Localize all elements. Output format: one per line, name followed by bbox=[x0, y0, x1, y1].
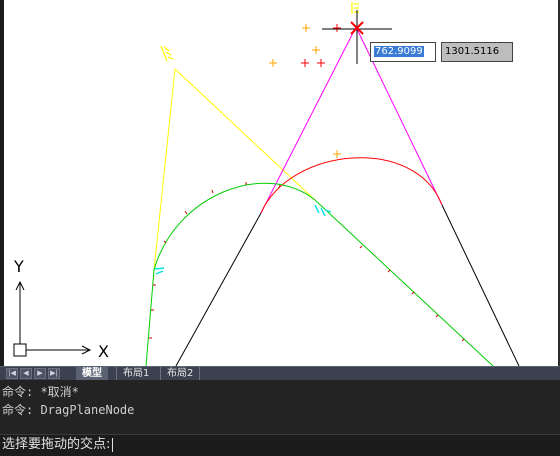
yellow-tangent-line-left bbox=[153, 68, 176, 271]
red-plus-markers bbox=[301, 24, 341, 67]
yellow-node-glyph-top bbox=[351, 2, 359, 14]
command-prompt-text: 选择要拖动的交点: bbox=[2, 437, 111, 452]
layout-tab-bar: |◀ ◀ ▶ ▶| 模型 布局1 布局2 bbox=[0, 366, 560, 380]
text-cursor bbox=[112, 437, 114, 452]
command-history: 命令: *取消* 命令: DragPlaneNode bbox=[0, 380, 560, 434]
black-line-right bbox=[441, 204, 520, 366]
green-alignment-curve bbox=[145, 182, 494, 366]
orange-plus-markers bbox=[269, 24, 341, 158]
dynamic-input-x-field[interactable]: 762.9099 bbox=[370, 42, 436, 62]
ucs-x-label: X bbox=[98, 342, 109, 361]
tab-model[interactable]: 模型 bbox=[76, 367, 108, 380]
dynamic-input-y-value: 1301.5116 bbox=[445, 46, 500, 57]
next-icon[interactable]: ▶ bbox=[34, 368, 46, 379]
dynamic-input-y-field[interactable]: 1301.5116 bbox=[441, 42, 513, 62]
green-curve-ticks bbox=[149, 182, 465, 342]
magenta-tangent-line-left bbox=[260, 26, 357, 214]
command-input[interactable]: 选择要拖动的交点: bbox=[0, 434, 560, 456]
history-line: 命令: DragPlaneNode bbox=[2, 403, 135, 417]
yellow-tangent-line-right bbox=[174, 68, 316, 201]
drawing-canvas[interactable]: Y X 762.9099 1301.5116 bbox=[0, 0, 560, 366]
ucs-icon bbox=[13, 280, 92, 357]
black-line-left bbox=[175, 212, 262, 366]
dynamic-input-x-value: 762.9099 bbox=[374, 46, 424, 57]
red-arc-curve bbox=[260, 157, 443, 214]
last-icon[interactable]: ▶| bbox=[48, 368, 60, 379]
cyan-marker-right bbox=[314, 204, 332, 217]
prev-icon[interactable]: ◀ bbox=[20, 368, 32, 379]
history-line: 命令: *取消* bbox=[2, 385, 79, 399]
cyan-marker-left bbox=[154, 267, 165, 275]
yellow-node-glyph-left bbox=[160, 45, 174, 62]
tab-layout2[interactable]: 布局2 bbox=[160, 367, 201, 380]
first-icon[interactable]: |◀ bbox=[6, 368, 18, 379]
ucs-y-label: Y bbox=[13, 257, 24, 276]
tab-layout1[interactable]: 布局1 bbox=[116, 367, 155, 380]
